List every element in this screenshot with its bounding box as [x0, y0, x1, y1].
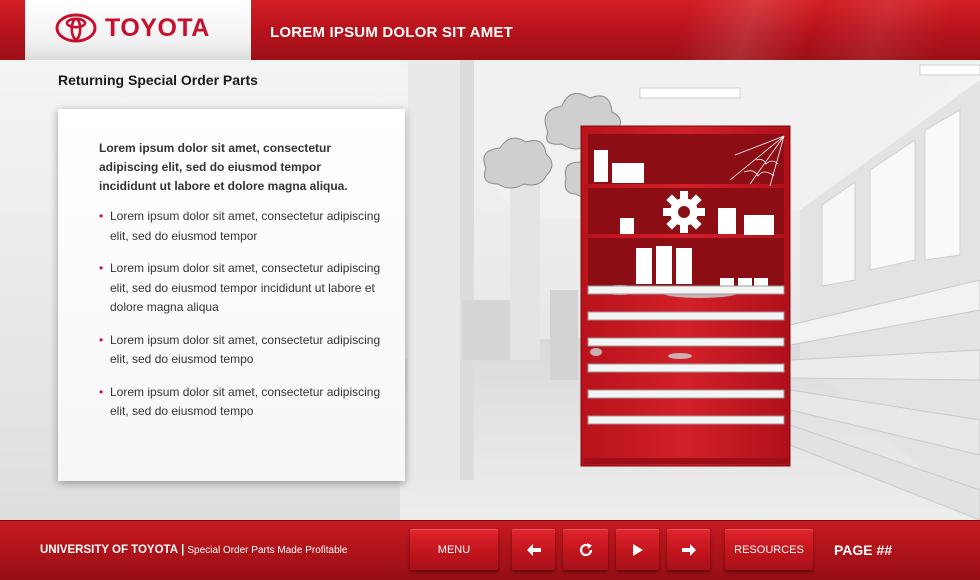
- top-header-bar: TOYOTA LOREM IPSUM DOLOR SIT AMET: [0, 0, 980, 60]
- list-item: Lorem ipsum dolor sit amet, consectetur …: [99, 259, 389, 318]
- page-title: LOREM IPSUM DOLOR SIT AMET: [270, 24, 513, 41]
- lead-paragraph: Lorem ipsum dolor sit amet, consectetur …: [99, 141, 348, 193]
- toyota-logo: TOYOTA: [25, 0, 251, 60]
- back-button[interactable]: [512, 529, 555, 570]
- refresh-icon: [579, 542, 592, 556]
- toyota-emblem-icon: [55, 13, 97, 43]
- course-label: Special Order Parts Made Profitable: [187, 545, 348, 556]
- content-card: Lorem ipsum dolor sit amet, consectetur …: [58, 109, 405, 481]
- play-icon: [632, 543, 643, 556]
- separator: |: [181, 544, 185, 556]
- play-button[interactable]: [616, 529, 659, 570]
- list-item: Lorem ipsum dolor sit amet, consectetur …: [99, 207, 389, 246]
- resources-button[interactable]: RESOURCES: [725, 529, 813, 570]
- list-item: Lorem ipsum dolor sit amet, consectetur …: [99, 331, 389, 370]
- page-number: PAGE ##: [834, 542, 893, 558]
- next-button[interactable]: [667, 529, 710, 570]
- replay-button[interactable]: [563, 529, 608, 570]
- header-decoration: [560, 0, 980, 60]
- footer-bar: UNIVERSITY OF TOYOTA | Special Order Par…: [0, 520, 980, 580]
- university-label: UNIVERSITY OF TOYOTA: [40, 544, 179, 556]
- course-info: UNIVERSITY OF TOYOTA | Special Order Par…: [40, 544, 347, 556]
- arrow-right-icon: [681, 543, 696, 556]
- section-subtitle: Returning Special Order Parts: [58, 72, 258, 88]
- menu-button[interactable]: MENU: [410, 529, 498, 570]
- bullet-list: Lorem ipsum dolor sit amet, consectetur …: [99, 207, 389, 435]
- arrow-left-icon: [526, 543, 541, 556]
- list-item: Lorem ipsum dolor sit amet, consectetur …: [99, 383, 389, 422]
- brand-wordmark: TOYOTA: [105, 14, 210, 42]
